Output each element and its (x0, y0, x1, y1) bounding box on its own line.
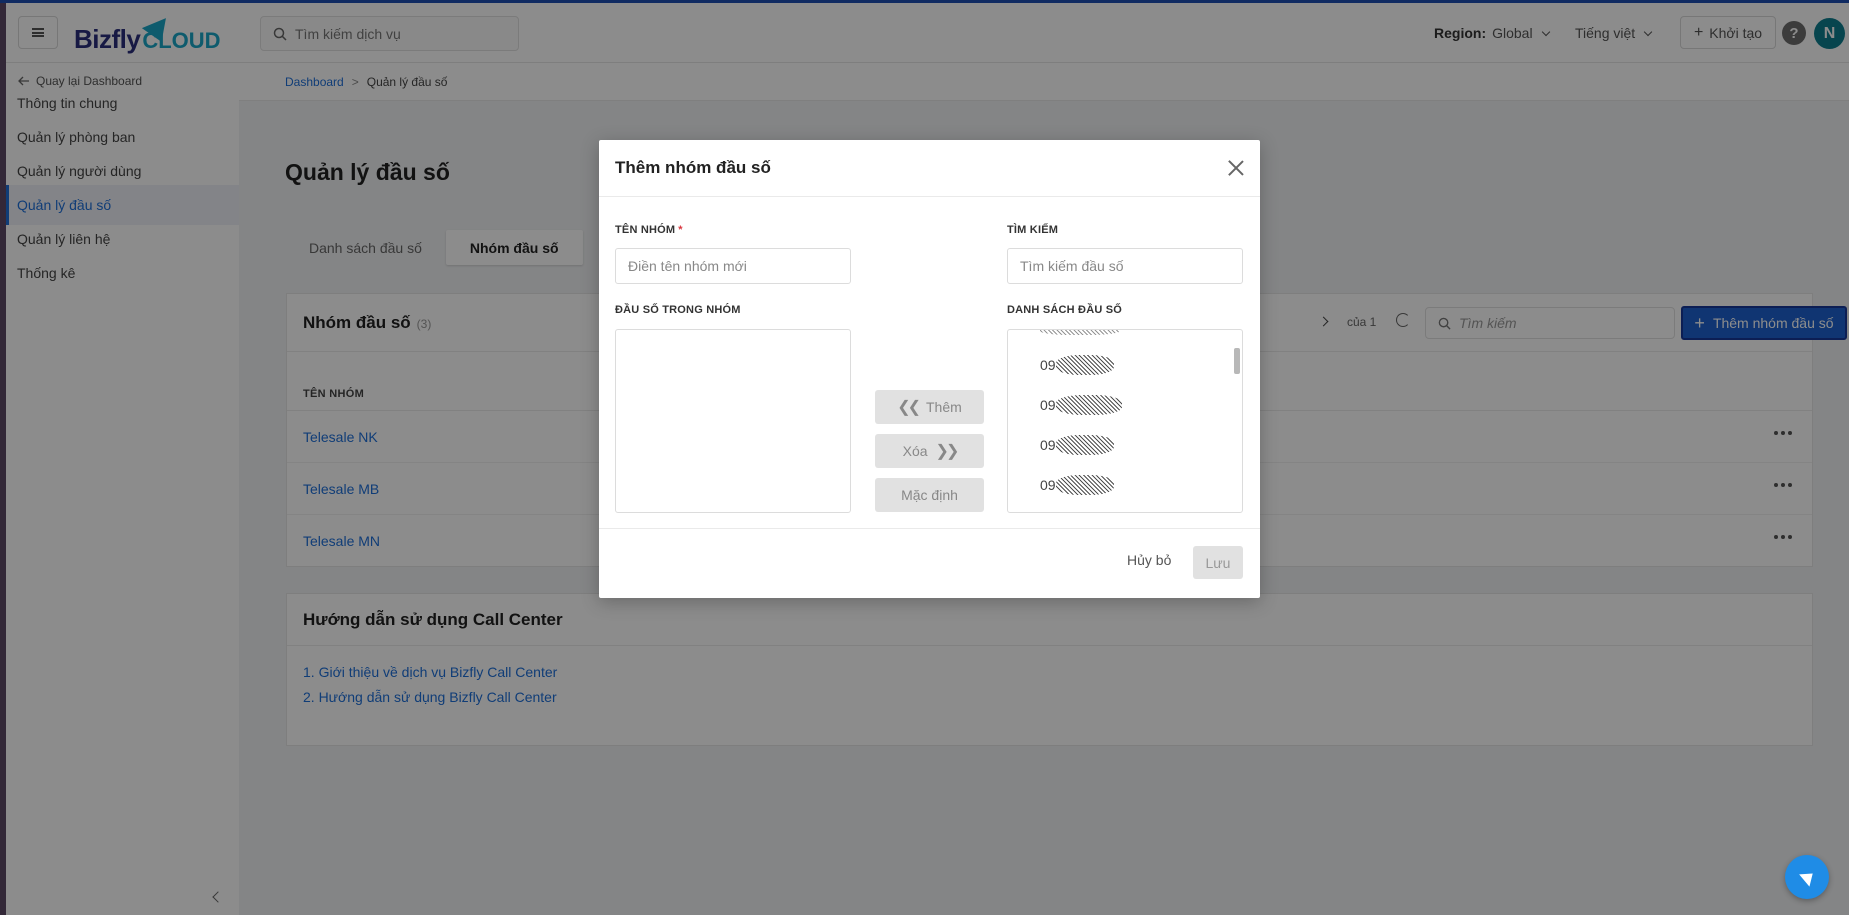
add-group-modal: Thêm nhóm đầu số TÊN NHÓM* TÌM KIẾM ĐẦU … (599, 140, 1260, 598)
list-item[interactable] (1040, 330, 1120, 338)
save-button[interactable]: Lưu (1193, 546, 1243, 579)
list-item[interactable]: 09 (1040, 435, 1114, 455)
group-name-label-text: TÊN NHÓM (615, 224, 676, 236)
double-chevron-left-icon: ❮❮ (897, 399, 921, 416)
send-message-button[interactable] (1785, 855, 1829, 899)
number-search-input[interactable] (1020, 258, 1242, 274)
search-label: TÌM KIẾM (1007, 224, 1059, 236)
number-prefix: 09 (1040, 477, 1056, 493)
add-to-group-button[interactable]: ❮❮ Thêm (875, 390, 984, 424)
number-search-field[interactable] (1007, 248, 1243, 284)
group-name-field[interactable] (615, 248, 851, 284)
number-prefix: 09 (1040, 437, 1056, 453)
available-number-list[interactable]: 09 09 09 09 (1007, 329, 1243, 513)
add-to-group-label: Thêm (926, 399, 962, 415)
number-prefix: 09 (1040, 357, 1056, 373)
number-prefix: 09 (1040, 397, 1056, 413)
redacted-number (1055, 395, 1122, 415)
required-mark: * (678, 224, 683, 236)
remove-from-group-label: Xóa (902, 443, 928, 459)
list-scrollbar[interactable] (1234, 348, 1240, 374)
redacted-number (1040, 330, 1120, 335)
set-default-label: Mặc định (901, 487, 958, 503)
close-icon[interactable] (1228, 160, 1244, 176)
modal-footer: Hủy bỏ Lưu (599, 528, 1260, 598)
number-list-label: DANH SÁCH ĐẦU SỐ (1007, 304, 1123, 316)
double-chevron-right-icon: ❯❯ (935, 443, 960, 460)
remove-from-group-button[interactable]: Xóa ❯❯ (875, 434, 984, 468)
in-group-label: ĐẦU SỐ TRONG NHÓM (615, 304, 741, 316)
modal-title: Thêm nhóm đầu số (615, 158, 771, 177)
redacted-number (1055, 475, 1114, 495)
in-group-list[interactable] (615, 329, 851, 513)
list-item[interactable]: 09 (1040, 395, 1122, 415)
group-name-label: TÊN NHÓM * (615, 224, 683, 236)
list-item[interactable]: 09 (1040, 475, 1114, 495)
set-default-button[interactable]: Mặc định (875, 478, 984, 512)
cancel-button[interactable]: Hủy bỏ (1127, 552, 1171, 568)
modal-header: Thêm nhóm đầu số (599, 140, 1260, 197)
paper-plane-icon (1799, 867, 1818, 887)
redacted-number (1055, 435, 1114, 455)
group-name-input[interactable] (628, 258, 850, 274)
redacted-number (1055, 355, 1114, 375)
list-item[interactable]: 09 (1040, 355, 1114, 375)
